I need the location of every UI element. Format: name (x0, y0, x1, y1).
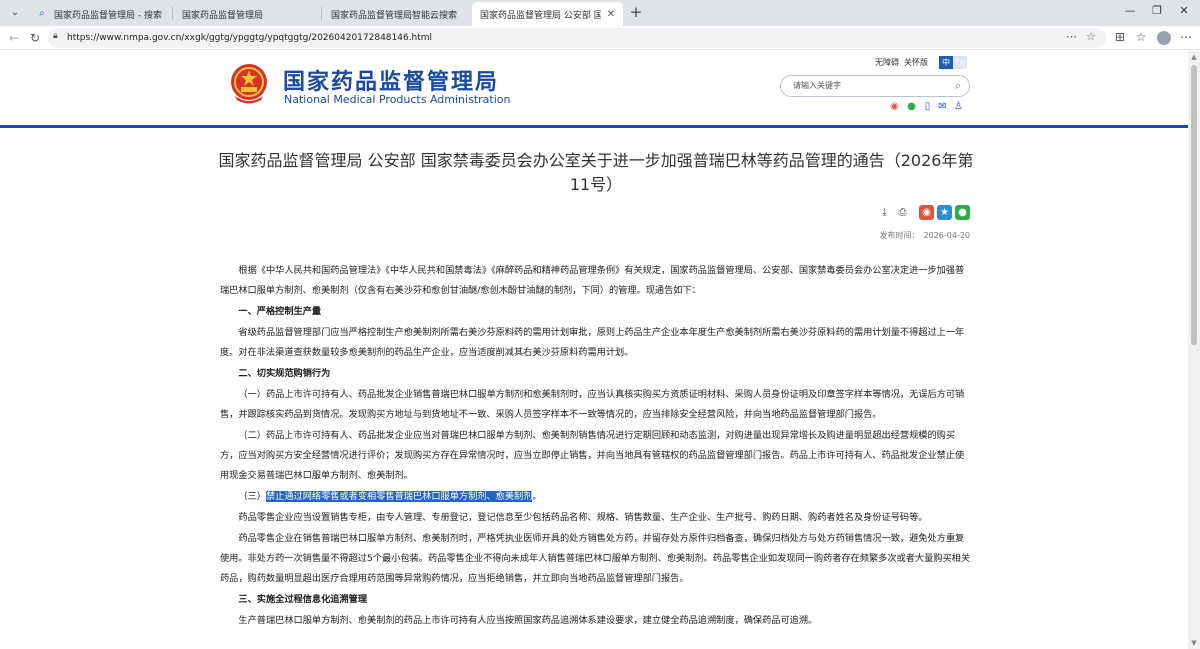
lang-cn-button[interactable]: 中 (939, 56, 953, 69)
mobile-icon[interactable]: ▯ (921, 101, 934, 112)
weibo-icon[interactable]: ◉ (888, 101, 901, 112)
minimize-icon[interactable]: — (1121, 4, 1139, 17)
paragraph: 生产普瑞巴林口服单方制剂、愈美制剂的药品上市许可持有人应当按照国家药品追溯体系建… (238, 615, 818, 626)
scrollbar-thumb[interactable] (1191, 65, 1197, 345)
tab-title: 国家药品监督管理局 - 搜索 (54, 10, 162, 21)
site-search-input[interactable]: 请输入关键字 ⌕ (780, 75, 970, 97)
profile-avatar[interactable] (1157, 31, 1171, 45)
scroll-up-icon[interactable]: ▲ (1188, 53, 1200, 61)
paragraph: 药品零售企业应当设置销售专柜，由专人管理、专册登记，登记信息至少包括药品名称、规… (238, 512, 928, 523)
article-body: 根据《中华人民共和国药品管理法》《中华人民共和国禁毒法》《麻醉药品和精神药品管理… (220, 261, 972, 632)
tab-title: 国家药品监督管理局智能云搜索 (331, 10, 458, 21)
paragraph-intro: 根据《中华人民共和国药品管理法》《中华人民共和国禁毒法》《麻醉药品和精神药品管理… (220, 265, 965, 296)
section-heading: 二、切实规范购销行为 (238, 368, 331, 379)
print-icon[interactable]: ⎙ (895, 205, 910, 220)
header-divider (0, 125, 1188, 128)
maximize-icon[interactable]: ❐ (1148, 4, 1166, 17)
national-emblem-icon (231, 64, 267, 104)
search-icon[interactable]: ⌕ (955, 79, 961, 93)
item-number: （三） (238, 491, 266, 502)
site-name-en[interactable]: National Medical Products Administration (284, 93, 510, 106)
url-field[interactable]: 🔒︎ https://www.nmpa.gov.cn/xxgk/ggtg/ypg… (48, 28, 1106, 48)
accessible-link[interactable]: 无障碍 (875, 57, 899, 68)
download-icon[interactable]: ⤓ (877, 205, 892, 220)
tab-separator (172, 7, 173, 20)
scroll-down-icon[interactable]: ▼ (1188, 639, 1200, 647)
paragraph: 药品零售企业在销售普瑞巴林口服单方制剂、愈美制剂时，严格凭执业医师开具的处方销售… (220, 533, 971, 584)
search-placeholder: 请输入关键字 (793, 81, 841, 90)
tab-title: 国家药品监督管理局 公安部 国家禁 (480, 10, 601, 21)
publish-time: 发布时间： 2026-04-20 (800, 230, 971, 241)
favorites-icon[interactable]: ☆ (1133, 30, 1149, 44)
elderly-mode-link[interactable]: 关怀版 (904, 57, 928, 68)
back-icon[interactable]: ← (6, 30, 22, 46)
tab-title: 国家药品监督管理局 (182, 10, 264, 21)
publish-label: 发布时间： (879, 231, 920, 240)
user-icon[interactable]: ♙ (952, 101, 965, 112)
tab-notice[interactable]: ◉ 国家药品监督管理局 公安部 国家禁 ✕ (472, 2, 623, 26)
tab-bar: ⌄ ⌕ 国家药品监督管理局 - 搜索 ◉ 国家药品监督管理局 ◉ 国家药品监督管… (0, 0, 1200, 26)
url-text: https://www.nmpa.gov.cn/xxgk/ggtg/ypggtg… (67, 33, 433, 43)
tab-actions-menu-icon[interactable]: ⌄ (6, 5, 24, 21)
close-window-icon[interactable]: ✕ (1175, 4, 1193, 17)
settings-more-icon[interactable]: ⋯ (1178, 30, 1194, 44)
wechat-icon[interactable]: ● (905, 101, 918, 112)
tab-search[interactable]: ⌕ 国家药品监督管理局 - 搜索 (28, 2, 170, 26)
tab-nmpa-search[interactable]: ◉ 国家药品监督管理局智能云搜索 (323, 2, 471, 26)
tab-nmpa-home[interactable]: ◉ 国家药品监督管理局 (174, 2, 319, 26)
site-name-cn[interactable]: 国家药品监督管理局 (283, 64, 499, 96)
selected-text[interactable]: 禁止通过网络零售或者变相零售普瑞巴林口服单方制剂、愈美制剂 (265, 491, 533, 502)
favorite-star-icon[interactable]: ☆ (1086, 30, 1096, 43)
share-qzone-icon[interactable]: ★ (937, 205, 952, 220)
address-bar: ← ↻ 🔒︎ https://www.nmpa.gov.cn/xxgk/ggtg… (0, 26, 1200, 50)
search-icon: ⌕ (39, 8, 45, 19)
paragraph-highlighted: （三）禁止通过网络零售或者变相零售普瑞巴林口服单方制剂、愈美制剂。 (220, 487, 972, 507)
lang-en-button[interactable]: En (953, 56, 967, 69)
web-page: 国家药品监督管理局 National Medical Products Admi… (0, 51, 1188, 649)
tab-separator (321, 7, 322, 20)
refresh-icon[interactable]: ↻ (27, 30, 43, 46)
share-weibo-icon[interactable]: ◉ (919, 205, 934, 220)
section-heading: 一、严格控制生产量 (238, 306, 322, 317)
page-scrollbar[interactable]: ▲ ▼ (1188, 51, 1200, 649)
mail-icon[interactable]: ✉ (936, 101, 949, 112)
close-tab-icon[interactable]: ✕ (607, 9, 615, 20)
paragraph: 省级药品监督管理部门应当严格控制生产愈美制剂所需右美沙芬原料药的需用计划审批，原… (220, 327, 965, 358)
article-title: 国家药品监督管理局 公安部 国家禁毒委员会办公室关于进一步加强普瑞巴林等药品管理… (218, 151, 974, 194)
paragraph: （二）药品上市许可持有人、药品批发企业应当对普瑞巴林口服单方制剂、愈美制剂销售情… (220, 430, 965, 481)
paragraph: （一）药品上市许可持有人、药品批发企业销售普瑞巴林口服单方制剂和愈美制剂时，应当… (220, 389, 965, 420)
new-tab-button[interactable]: + (627, 4, 645, 22)
section-heading: 三、实施全过程信息化追溯管理 (238, 594, 368, 605)
extensions-icon[interactable]: ⊞ (1112, 30, 1128, 44)
share-wechat-icon[interactable]: ● (955, 205, 970, 220)
period: 。 (532, 491, 542, 502)
lock-icon: 🔒︎ (53, 31, 58, 41)
publish-date: 2026-04-20 (923, 231, 971, 240)
more-page-icon[interactable]: ⋯ (1066, 30, 1077, 43)
